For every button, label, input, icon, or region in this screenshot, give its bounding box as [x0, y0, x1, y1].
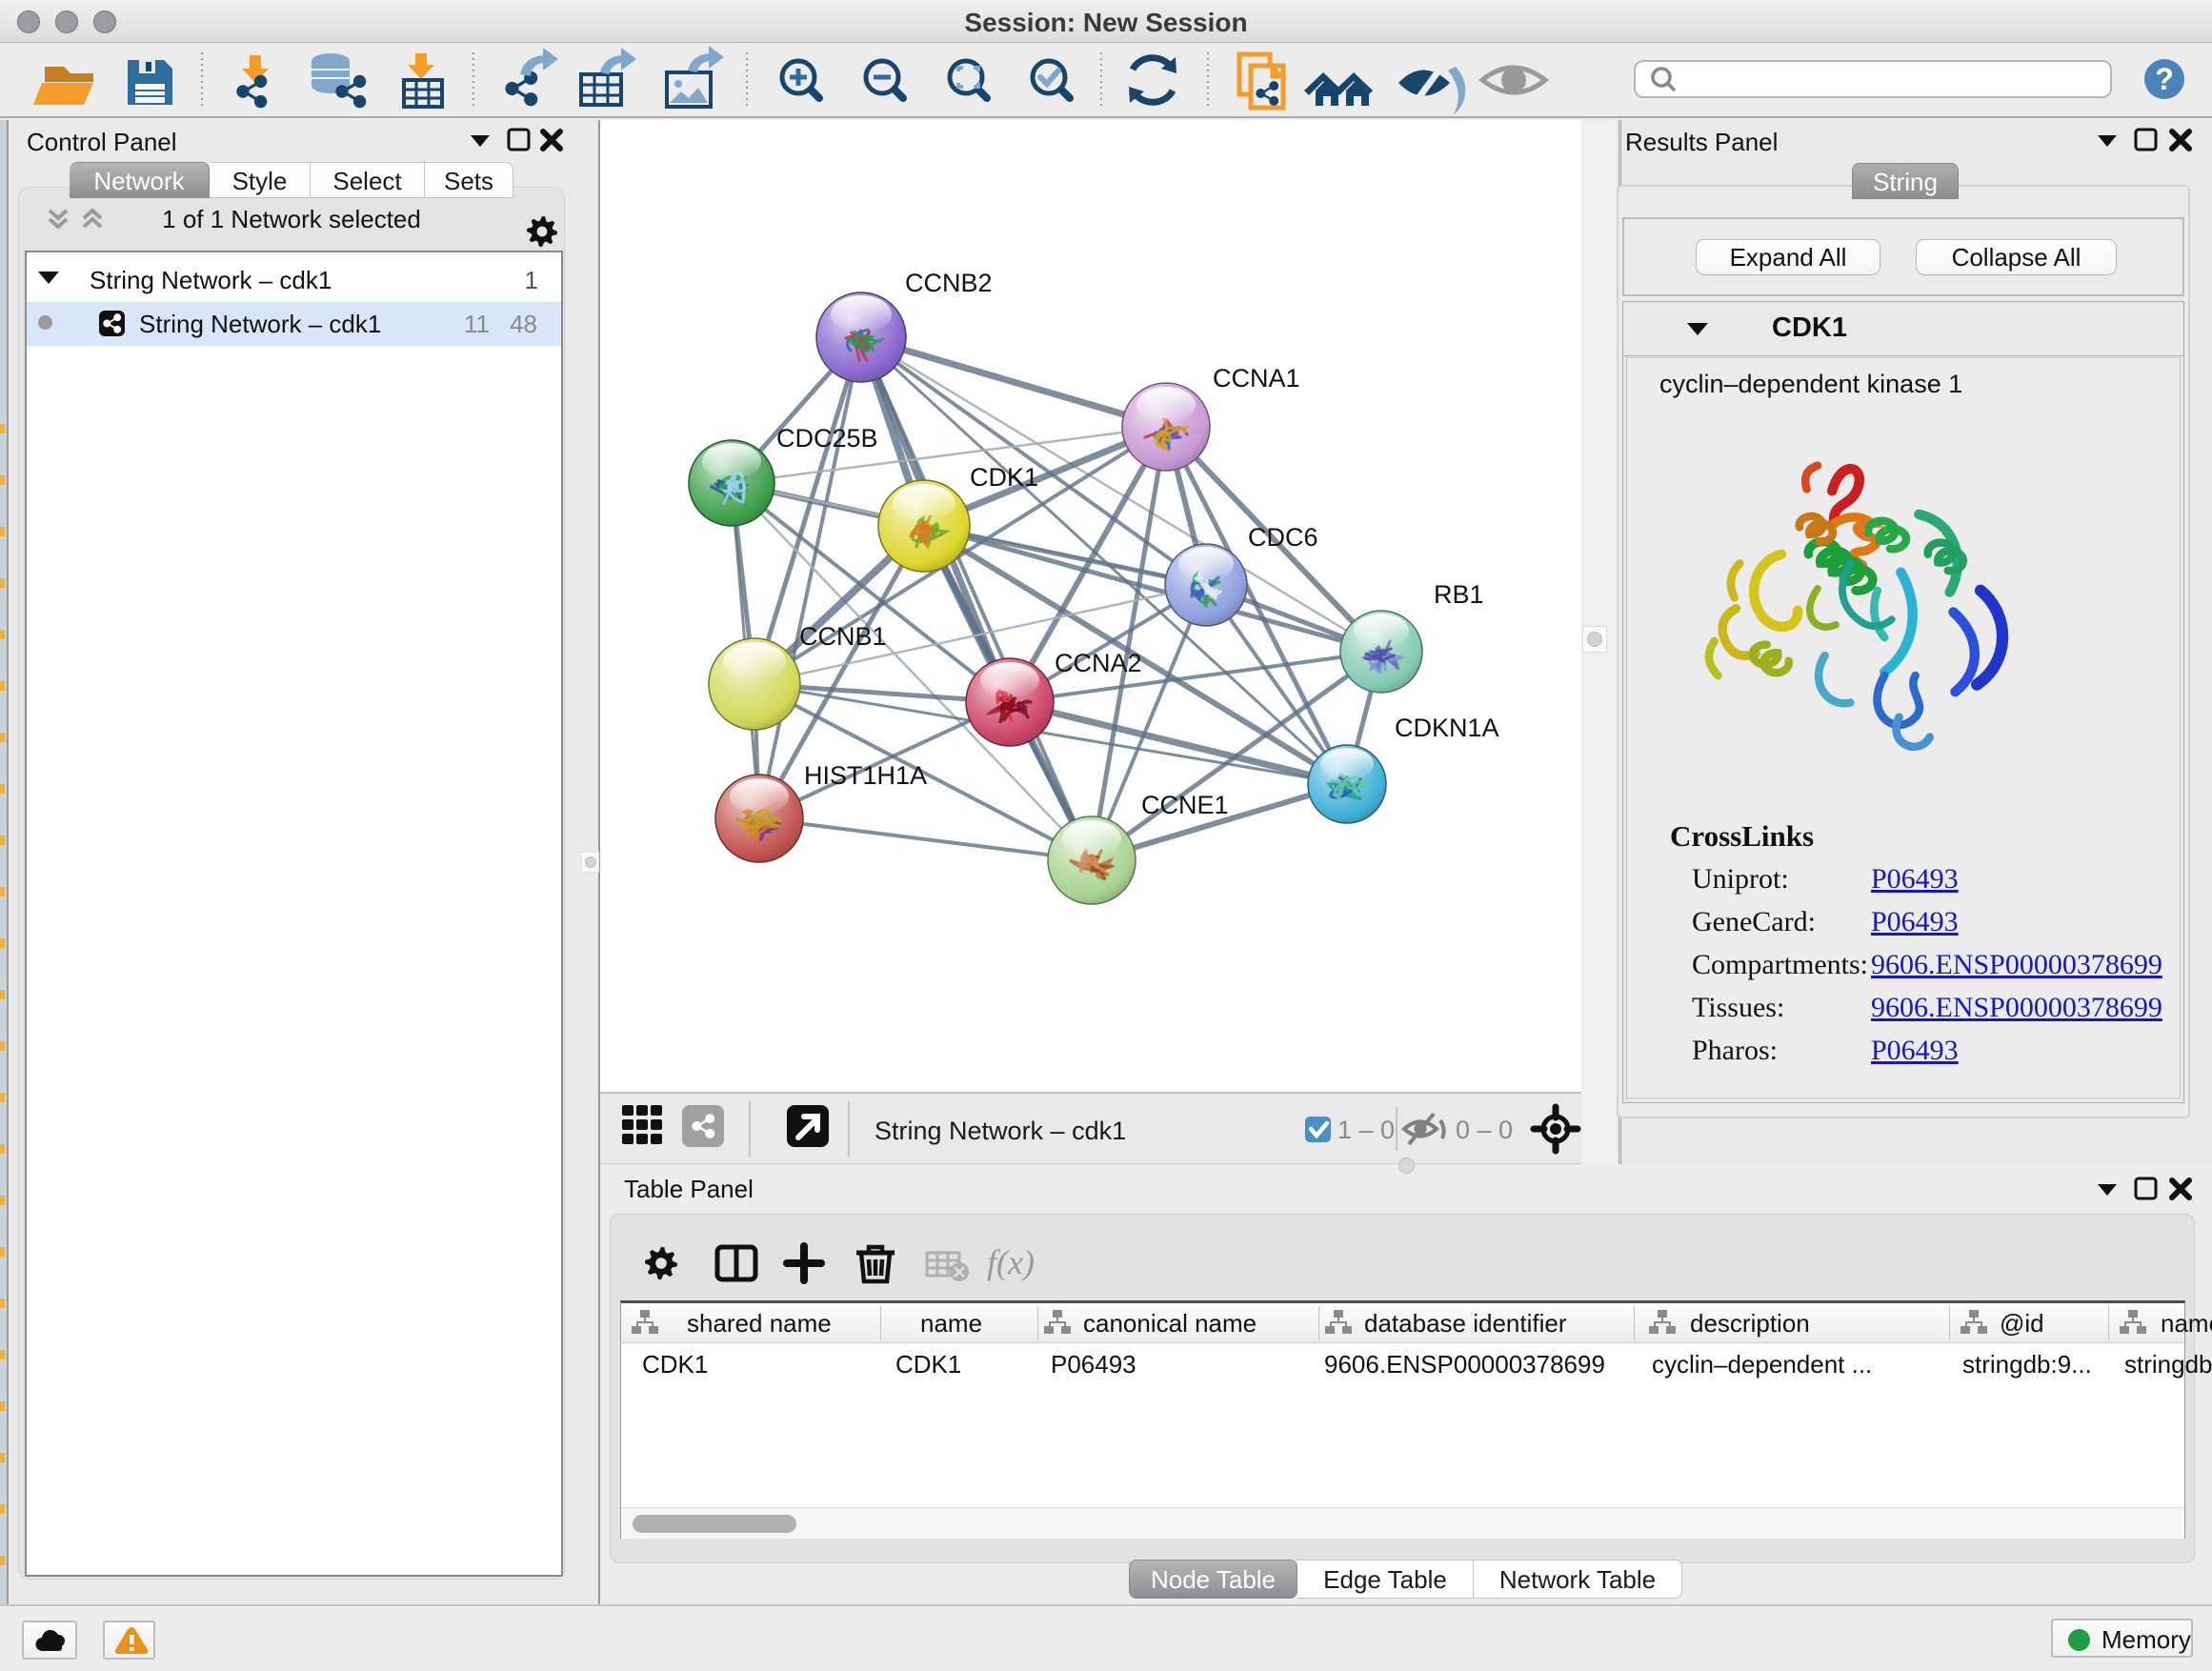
- svg-text:0 – 0: 0 – 0: [1456, 1116, 1513, 1144]
- svg-text:CCNA2: CCNA2: [1055, 649, 1142, 677]
- svg-text:HIST1H1A: HIST1H1A: [804, 761, 927, 790]
- svg-text:String Network – cdk1: String Network – cdk1: [875, 1117, 1126, 1145]
- svg-text:CCNE1: CCNE1: [1141, 791, 1229, 819]
- svg-text:RB1: RB1: [1434, 580, 1484, 609]
- svg-text:f(x): f(x): [987, 1243, 1035, 1281]
- svg-text:CDC25B: CDC25B: [776, 424, 878, 453]
- svg-text:?: ?: [2155, 62, 2174, 96]
- svg-text:1 – 0: 1 – 0: [1337, 1116, 1395, 1144]
- svg-text:CDKN1A: CDKN1A: [1395, 714, 1499, 742]
- svg-text:CDK1: CDK1: [970, 463, 1038, 492]
- svg-text:CCNB2: CCNB2: [905, 269, 993, 297]
- svg-text:CCNB1: CCNB1: [799, 622, 887, 651]
- svg-text:CDC6: CDC6: [1248, 523, 1318, 552]
- svg-text:CCNA1: CCNA1: [1213, 364, 1300, 393]
